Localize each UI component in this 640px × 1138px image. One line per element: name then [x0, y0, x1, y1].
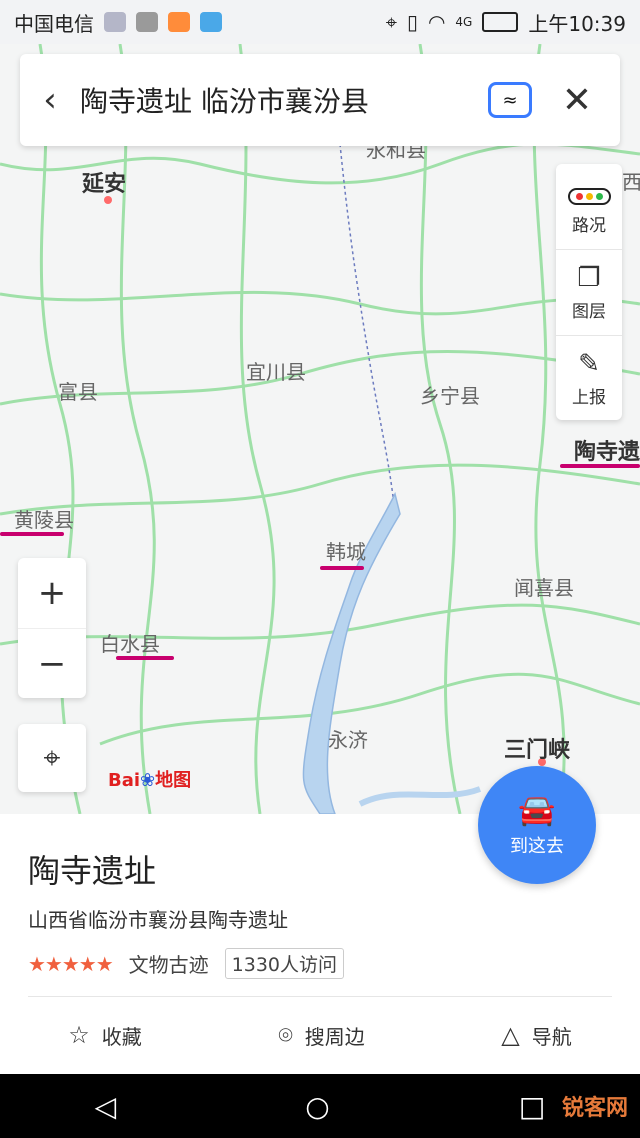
paw-icon: ❀ [140, 770, 156, 791]
app-icon [200, 12, 222, 32]
chevron-left-icon: ‹ [43, 80, 57, 120]
place-yongji[interactable]: 永济 [328, 724, 368, 753]
home-nav-icon[interactable]: ○ [305, 1090, 329, 1123]
carrier-label: 中国电信 [14, 11, 94, 36]
navigate-button[interactable]: △ 导航 [501, 1021, 571, 1050]
app-notification-icon [104, 12, 126, 32]
taobao-icon [168, 12, 190, 32]
search-query[interactable]: 陶寺遗址 临汾市襄汾县 [80, 80, 488, 120]
search-nearby-button[interactable]: ⌾ 搜周边 [278, 1021, 364, 1050]
poi-category: 文物古迹 [128, 953, 209, 977]
map-tools: 路况 ❐ 图层 ✎ 上报 [556, 164, 622, 420]
crosshair-icon: ⌖ [43, 740, 61, 776]
visit-count-badge: 1330人访问 [224, 948, 345, 979]
wifi-icon: ◠ [427, 10, 446, 34]
time-label: 上午10:39 [528, 11, 626, 36]
watermark: 锐客网 [561, 1096, 628, 1121]
highlight-taosi [560, 464, 640, 468]
go-here-label: 到这去 [510, 835, 564, 857]
map-view[interactable]: 延安 富县 宜川县 乡宁县 陶寺遗 黄陵县 韩城 闻喜县 白水县 永济 三门峡 … [0, 44, 640, 814]
voice-assistant-icon[interactable]: ≈ [488, 82, 532, 118]
search-nearby-label: 搜周边 [304, 1024, 365, 1049]
traffic-button[interactable]: 路况 [556, 164, 622, 250]
status-bar: 中国电信 ⌖ ▯ ◠ 4G 上午10:39 [0, 0, 640, 44]
recents-nav-icon[interactable]: □ [519, 1090, 545, 1123]
favorite-label: 收藏 [101, 1024, 142, 1049]
poi-meta: ★★★★★ 文物古迹 1330人访问 [28, 948, 345, 979]
map-roads [0, 44, 640, 814]
traffic-label: 路况 [572, 216, 606, 236]
baidu-map-logo: Bai❀地图 [108, 770, 192, 791]
zoom-out-button[interactable]: − [18, 629, 86, 699]
search-bar: ‹ 陶寺遗址 临汾市襄汾县 ≈ ✕ [20, 54, 620, 146]
zoom-in-button[interactable]: + [18, 558, 86, 629]
place-huangling[interactable]: 黄陵县 [14, 504, 74, 533]
locate-button[interactable]: ⌖ [18, 724, 86, 792]
highlight-hancheng [320, 566, 364, 570]
network-label: 4G [455, 15, 473, 29]
report-button[interactable]: ✎ 上报 [556, 336, 622, 421]
car-icon: 🚘 [518, 792, 556, 828]
vibrate-icon: ▯ [406, 10, 418, 34]
close-icon: ✕ [561, 79, 593, 121]
favorite-button[interactable]: ☆ 收藏 [68, 1021, 142, 1050]
layers-label: 图层 [572, 302, 606, 322]
place-fuxian[interactable]: 富县 [58, 376, 98, 405]
back-nav-icon[interactable]: ◁ [95, 1090, 117, 1123]
report-icon: ✎ [578, 349, 600, 379]
place-xi[interactable]: 西 [622, 166, 640, 195]
layers-icon: ❐ [577, 263, 601, 293]
place-sanmenxia[interactable]: 三门峡 [504, 732, 570, 764]
location-pin-icon: ⌾ [278, 1021, 293, 1049]
divider [28, 996, 612, 997]
zoom-control: + − [18, 558, 86, 698]
highlight-baishui [116, 656, 174, 660]
navigate-label: 导航 [531, 1024, 572, 1049]
star-outline-icon: ☆ [68, 1021, 90, 1049]
place-baishui[interactable]: 白水县 [100, 628, 160, 657]
poi-address: 山西省临汾市襄汾县陶寺遗址 [28, 908, 288, 932]
rating-stars: ★★★★★ [28, 951, 114, 976]
back-button[interactable]: ‹ [20, 54, 80, 146]
report-label: 上报 [572, 388, 606, 408]
poi-title: 陶寺遗址 [28, 852, 157, 890]
battery-icon [482, 12, 519, 32]
layers-button[interactable]: ❐ 图层 [556, 250, 622, 336]
highlight-huangling [0, 532, 64, 536]
place-yichuan[interactable]: 宜川县 [246, 356, 306, 385]
system-nav-bar: ◁ ○ □ [0, 1074, 640, 1138]
location-icon: ⌖ [385, 10, 397, 34]
close-button[interactable]: ✕ [552, 80, 602, 121]
place-hancheng[interactable]: 韩城 [326, 536, 366, 565]
wechat-icon [136, 12, 158, 32]
traffic-icon [567, 177, 611, 207]
place-taosi[interactable]: 陶寺遗 [574, 434, 640, 466]
place-xiangning[interactable]: 乡宁县 [420, 380, 480, 409]
go-here-button[interactable]: 🚘 到这去 [478, 766, 596, 884]
navigation-arrow-icon: △ [501, 1021, 520, 1049]
place-wenxi[interactable]: 闻喜县 [514, 572, 574, 601]
place-yanan[interactable]: 延安 [82, 166, 126, 198]
poi-actions: ☆ 收藏 ⌾ 搜周边 △ 导航 [0, 1010, 640, 1060]
